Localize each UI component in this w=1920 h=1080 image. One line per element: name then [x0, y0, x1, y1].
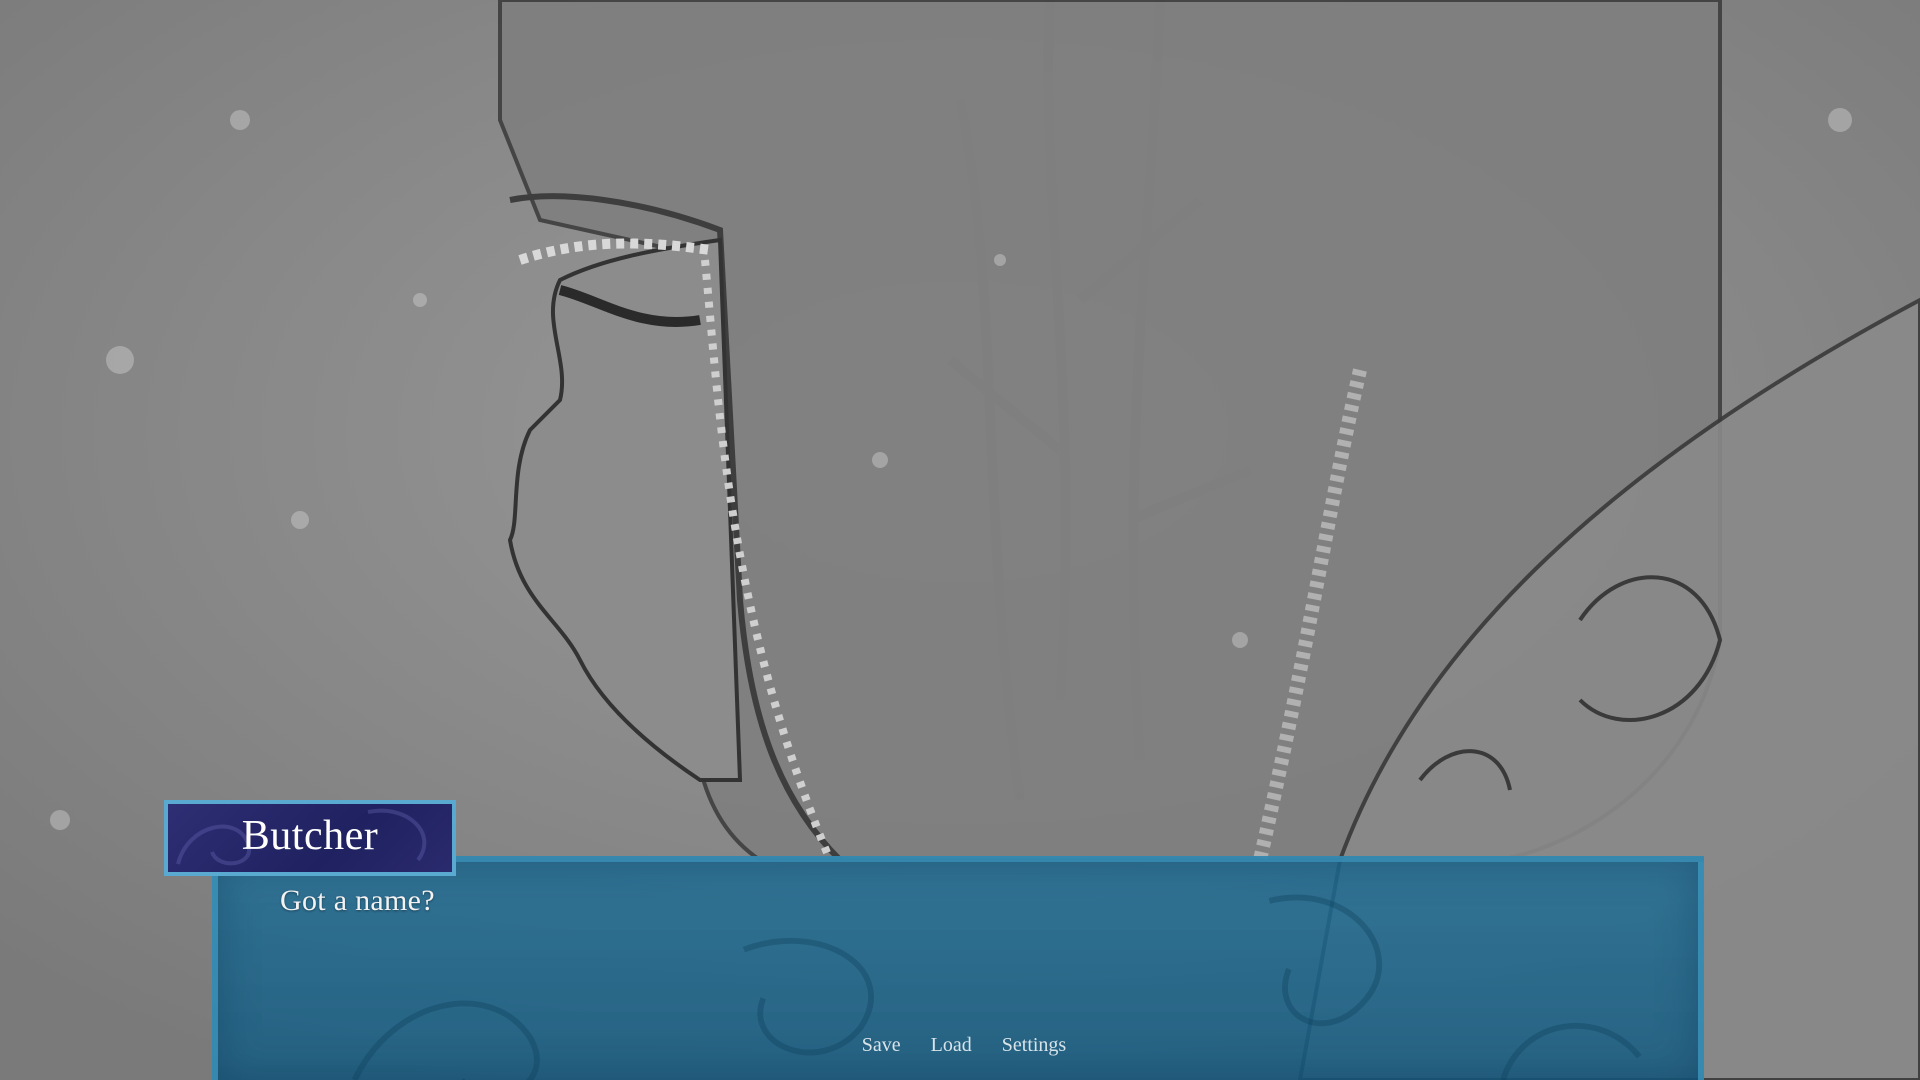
save-button[interactable]: Save — [862, 1034, 901, 1057]
dialogue-text: Got a name? — [280, 884, 435, 917]
load-button[interactable]: Load — [931, 1034, 972, 1057]
quick-menu: Save Load Settings — [0, 1034, 1920, 1057]
settings-button[interactable]: Settings — [1002, 1034, 1066, 1057]
speaker-namebox: Butcher — [164, 800, 456, 876]
speaker-name: Butcher — [241, 813, 379, 859]
